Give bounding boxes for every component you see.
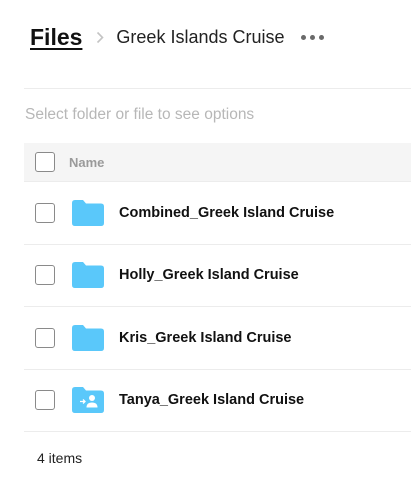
item-name[interactable]: Holly_Greek Island Cruise bbox=[119, 267, 299, 283]
item-checkbox[interactable] bbox=[35, 390, 55, 411]
list-item[interactable]: Holly_Greek Island Cruise bbox=[24, 245, 411, 307]
item-checkbox[interactable] bbox=[35, 202, 55, 223]
breadcrumb-root-link[interactable]: Files bbox=[30, 24, 82, 51]
more-options-button[interactable] bbox=[300, 31, 324, 44]
breadcrumb-current: Greek Islands Cruise bbox=[116, 26, 285, 47]
folder-icon bbox=[72, 324, 104, 351]
item-name[interactable]: Kris_Greek Island Cruise bbox=[119, 330, 291, 346]
list-item[interactable]: Tanya_Greek Island Cruise bbox=[24, 370, 411, 432]
chevron-right-icon bbox=[94, 29, 106, 45]
divider bbox=[24, 88, 411, 89]
folder-icon bbox=[72, 199, 104, 226]
file-list: Name Combined_Greek Island Cruise Holly_… bbox=[24, 143, 411, 432]
breadcrumb: Files Greek Islands Cruise bbox=[30, 22, 324, 52]
list-item[interactable]: Combined_Greek Island Cruise bbox=[24, 182, 411, 245]
files-page: Files Greek Islands Cruise Select folder… bbox=[0, 0, 411, 491]
item-checkbox[interactable] bbox=[35, 327, 55, 348]
item-checkbox[interactable] bbox=[35, 265, 55, 286]
list-item[interactable]: Kris_Greek Island Cruise bbox=[24, 307, 411, 370]
selection-hint: Select folder or file to see options bbox=[25, 106, 255, 123]
item-count: 4 items bbox=[37, 450, 83, 466]
list-header: Name bbox=[24, 143, 411, 182]
item-name[interactable]: Tanya_Greek Island Cruise bbox=[119, 392, 304, 408]
select-all-checkbox[interactable] bbox=[35, 152, 55, 172]
item-name[interactable]: Combined_Greek Island Cruise bbox=[119, 205, 334, 221]
shared-folder-icon bbox=[72, 387, 104, 414]
more-horizontal-icon bbox=[300, 34, 306, 40]
column-header-name[interactable]: Name bbox=[69, 155, 104, 170]
folder-icon bbox=[72, 262, 104, 289]
